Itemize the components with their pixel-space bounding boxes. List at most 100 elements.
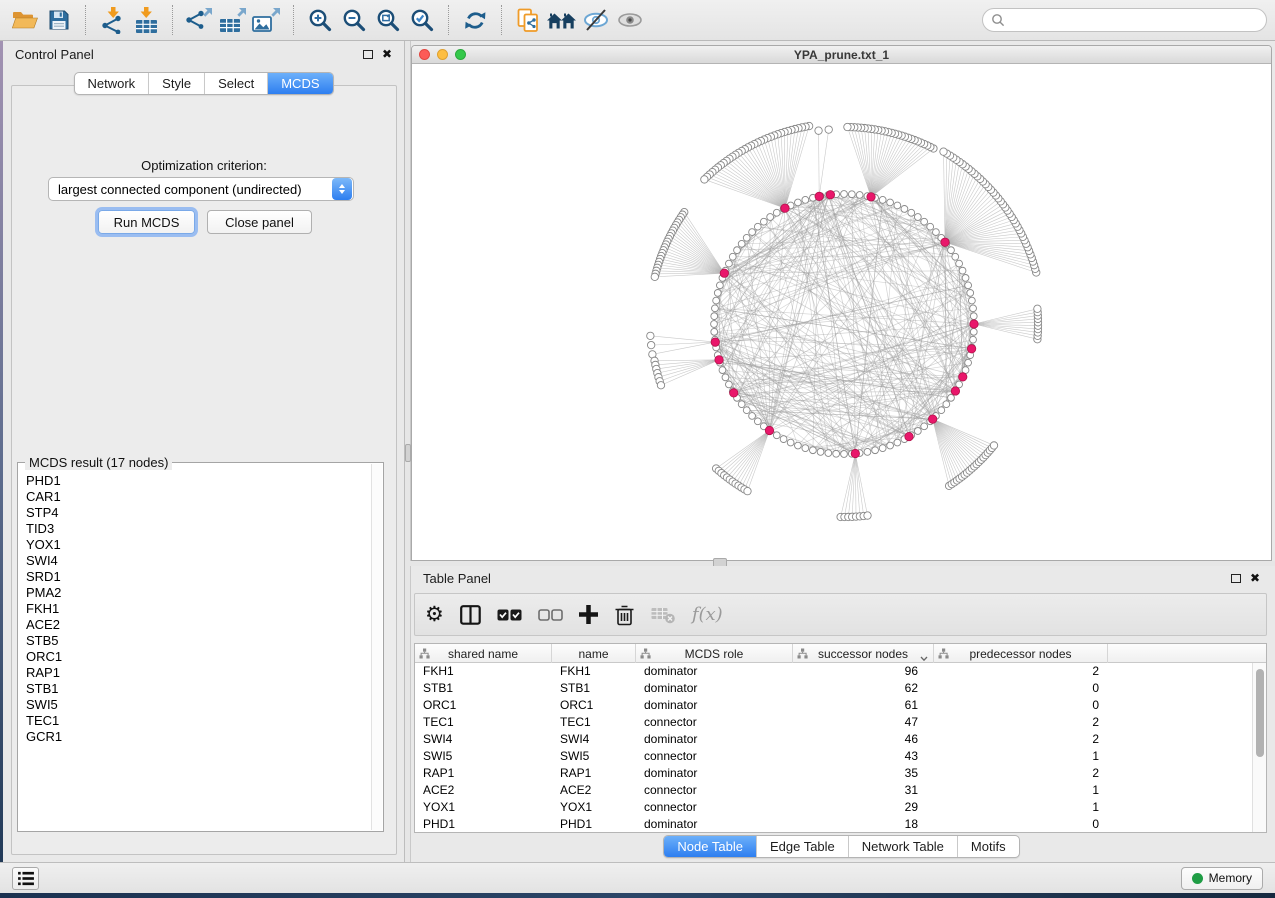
- table-row[interactable]: SWI5SWI5connector431: [415, 748, 1252, 765]
- ring-node[interactable]: [921, 423, 928, 430]
- satellite-node[interactable]: [815, 127, 822, 134]
- search-input[interactable]: [1005, 13, 1258, 27]
- first-neighbors-button[interactable]: [545, 4, 579, 36]
- table-row[interactable]: YOX1YOX1connector291: [415, 799, 1252, 816]
- table-settings-button[interactable]: ⚙: [425, 600, 444, 630]
- ring-node[interactable]: [848, 191, 855, 198]
- close-panel-icon[interactable]: ✖: [382, 48, 392, 60]
- clone-network-button[interactable]: [511, 4, 545, 36]
- mcds-dominator-node[interactable]: [851, 449, 859, 457]
- ring-node[interactable]: [879, 445, 886, 452]
- mcds-dominator-node[interactable]: [826, 191, 834, 199]
- ring-node[interactable]: [713, 297, 720, 304]
- table-row[interactable]: ORC1ORC1dominator610: [415, 697, 1252, 714]
- satellite-node[interactable]: [940, 148, 947, 155]
- satellite-node[interactable]: [990, 442, 997, 449]
- open-session-button[interactable]: [8, 4, 42, 36]
- ring-node[interactable]: [968, 297, 975, 304]
- delete-columns-button[interactable]: [614, 600, 635, 630]
- ring-node[interactable]: [901, 205, 908, 212]
- ring-node[interactable]: [719, 367, 726, 374]
- ring-node[interactable]: [754, 223, 761, 230]
- ring-node[interactable]: [760, 218, 767, 225]
- ring-node[interactable]: [956, 260, 963, 267]
- satellite-node[interactable]: [701, 176, 708, 183]
- zoom-out-button[interactable]: [337, 4, 371, 36]
- table-body[interactable]: FKH1FKH1dominator962STB1STB1dominator620…: [415, 663, 1252, 832]
- close-panel-button[interactable]: Close panel: [207, 210, 312, 234]
- mcds-result-item[interactable]: FKH1: [19, 601, 371, 617]
- ring-node[interactable]: [833, 450, 840, 457]
- mcds-result-item[interactable]: ACE2: [19, 617, 371, 633]
- ring-node[interactable]: [933, 229, 940, 236]
- tab-edge-table[interactable]: Edge Table: [756, 836, 848, 857]
- ring-node[interactable]: [787, 439, 794, 446]
- ring-node[interactable]: [864, 448, 871, 455]
- close-panel-icon[interactable]: ✖: [1250, 572, 1260, 584]
- show-hide-columns-button[interactable]: [460, 600, 481, 630]
- ring-node[interactable]: [825, 450, 832, 457]
- ring-node[interactable]: [914, 428, 921, 435]
- mcds-result-list[interactable]: PHD1CAR1STP4TID3YOX1SWI4SRD1PMA2FKH1ACE2…: [19, 473, 371, 830]
- ring-node[interactable]: [921, 218, 928, 225]
- ring-node[interactable]: [970, 305, 977, 312]
- mcds-result-item[interactable]: GCR1: [19, 729, 371, 745]
- ring-node[interactable]: [711, 328, 718, 335]
- mcds-result-item[interactable]: RAP1: [19, 665, 371, 681]
- ring-node[interactable]: [795, 199, 802, 206]
- tab-style[interactable]: Style: [148, 73, 204, 94]
- export-image-button[interactable]: [250, 4, 284, 36]
- table-row[interactable]: ACE2ACE2connector311: [415, 782, 1252, 799]
- ring-node[interactable]: [872, 447, 879, 454]
- optimization-criterion-select[interactable]: largest connected component (undirected): [48, 177, 354, 201]
- ring-node[interactable]: [754, 418, 761, 425]
- ring-node[interactable]: [714, 289, 721, 296]
- mcds-result-item[interactable]: TID3: [19, 521, 371, 537]
- ring-node[interactable]: [887, 442, 894, 449]
- ring-node[interactable]: [879, 196, 886, 203]
- satellite-node[interactable]: [651, 273, 658, 280]
- ring-node[interactable]: [795, 442, 802, 449]
- mcds-dominator-node[interactable]: [815, 192, 823, 200]
- mcds-dominator-node[interactable]: [905, 432, 913, 440]
- ring-node[interactable]: [773, 432, 780, 439]
- mcds-dominator-node[interactable]: [711, 338, 719, 346]
- ring-node[interactable]: [948, 394, 955, 401]
- ring-node[interactable]: [773, 209, 780, 216]
- column-header-name[interactable]: name: [552, 644, 636, 663]
- mcds-dominator-node[interactable]: [867, 193, 875, 201]
- ring-node[interactable]: [962, 275, 969, 282]
- mcds-dominator-node[interactable]: [951, 387, 959, 395]
- mcds-dominator-node[interactable]: [781, 204, 789, 212]
- mcds-dominator-node[interactable]: [730, 389, 738, 397]
- ring-node[interactable]: [712, 305, 719, 312]
- mcds-dominator-node[interactable]: [928, 415, 936, 423]
- ring-node[interactable]: [738, 240, 745, 247]
- column-header-predecessor-nodes[interactable]: predecessor nodes: [934, 644, 1108, 663]
- ring-node[interactable]: [894, 202, 901, 209]
- hide-selected-button[interactable]: [579, 4, 613, 36]
- tab-mcds[interactable]: MCDS: [267, 73, 332, 94]
- zoom-fit-button[interactable]: [371, 4, 405, 36]
- ring-node[interactable]: [802, 196, 809, 203]
- mcds-dominator-node[interactable]: [970, 320, 978, 328]
- mcds-result-item[interactable]: SWI5: [19, 697, 371, 713]
- ring-node[interactable]: [927, 223, 934, 230]
- mcds-result-item[interactable]: TEC1: [19, 713, 371, 729]
- ring-node[interactable]: [716, 282, 723, 289]
- ring-node[interactable]: [743, 234, 750, 241]
- memory-button[interactable]: Memory: [1181, 867, 1263, 890]
- mcds-result-item[interactable]: PHD1: [19, 473, 371, 489]
- tab-network[interactable]: Network: [74, 73, 148, 94]
- satellite-node[interactable]: [744, 487, 751, 494]
- export-table-button[interactable]: [216, 4, 250, 36]
- mcds-result-item[interactable]: SRD1: [19, 569, 371, 585]
- ring-node[interactable]: [734, 247, 741, 254]
- mcds-dominator-node[interactable]: [720, 269, 728, 277]
- ring-node[interactable]: [802, 445, 809, 452]
- table-row[interactable]: STB1STB1dominator620: [415, 680, 1252, 697]
- tab-node-table[interactable]: Node Table: [664, 836, 756, 857]
- ring-node[interactable]: [743, 407, 750, 414]
- mcds-result-item[interactable]: STB5: [19, 633, 371, 649]
- column-header-MCDS-role[interactable]: MCDS role: [636, 644, 793, 663]
